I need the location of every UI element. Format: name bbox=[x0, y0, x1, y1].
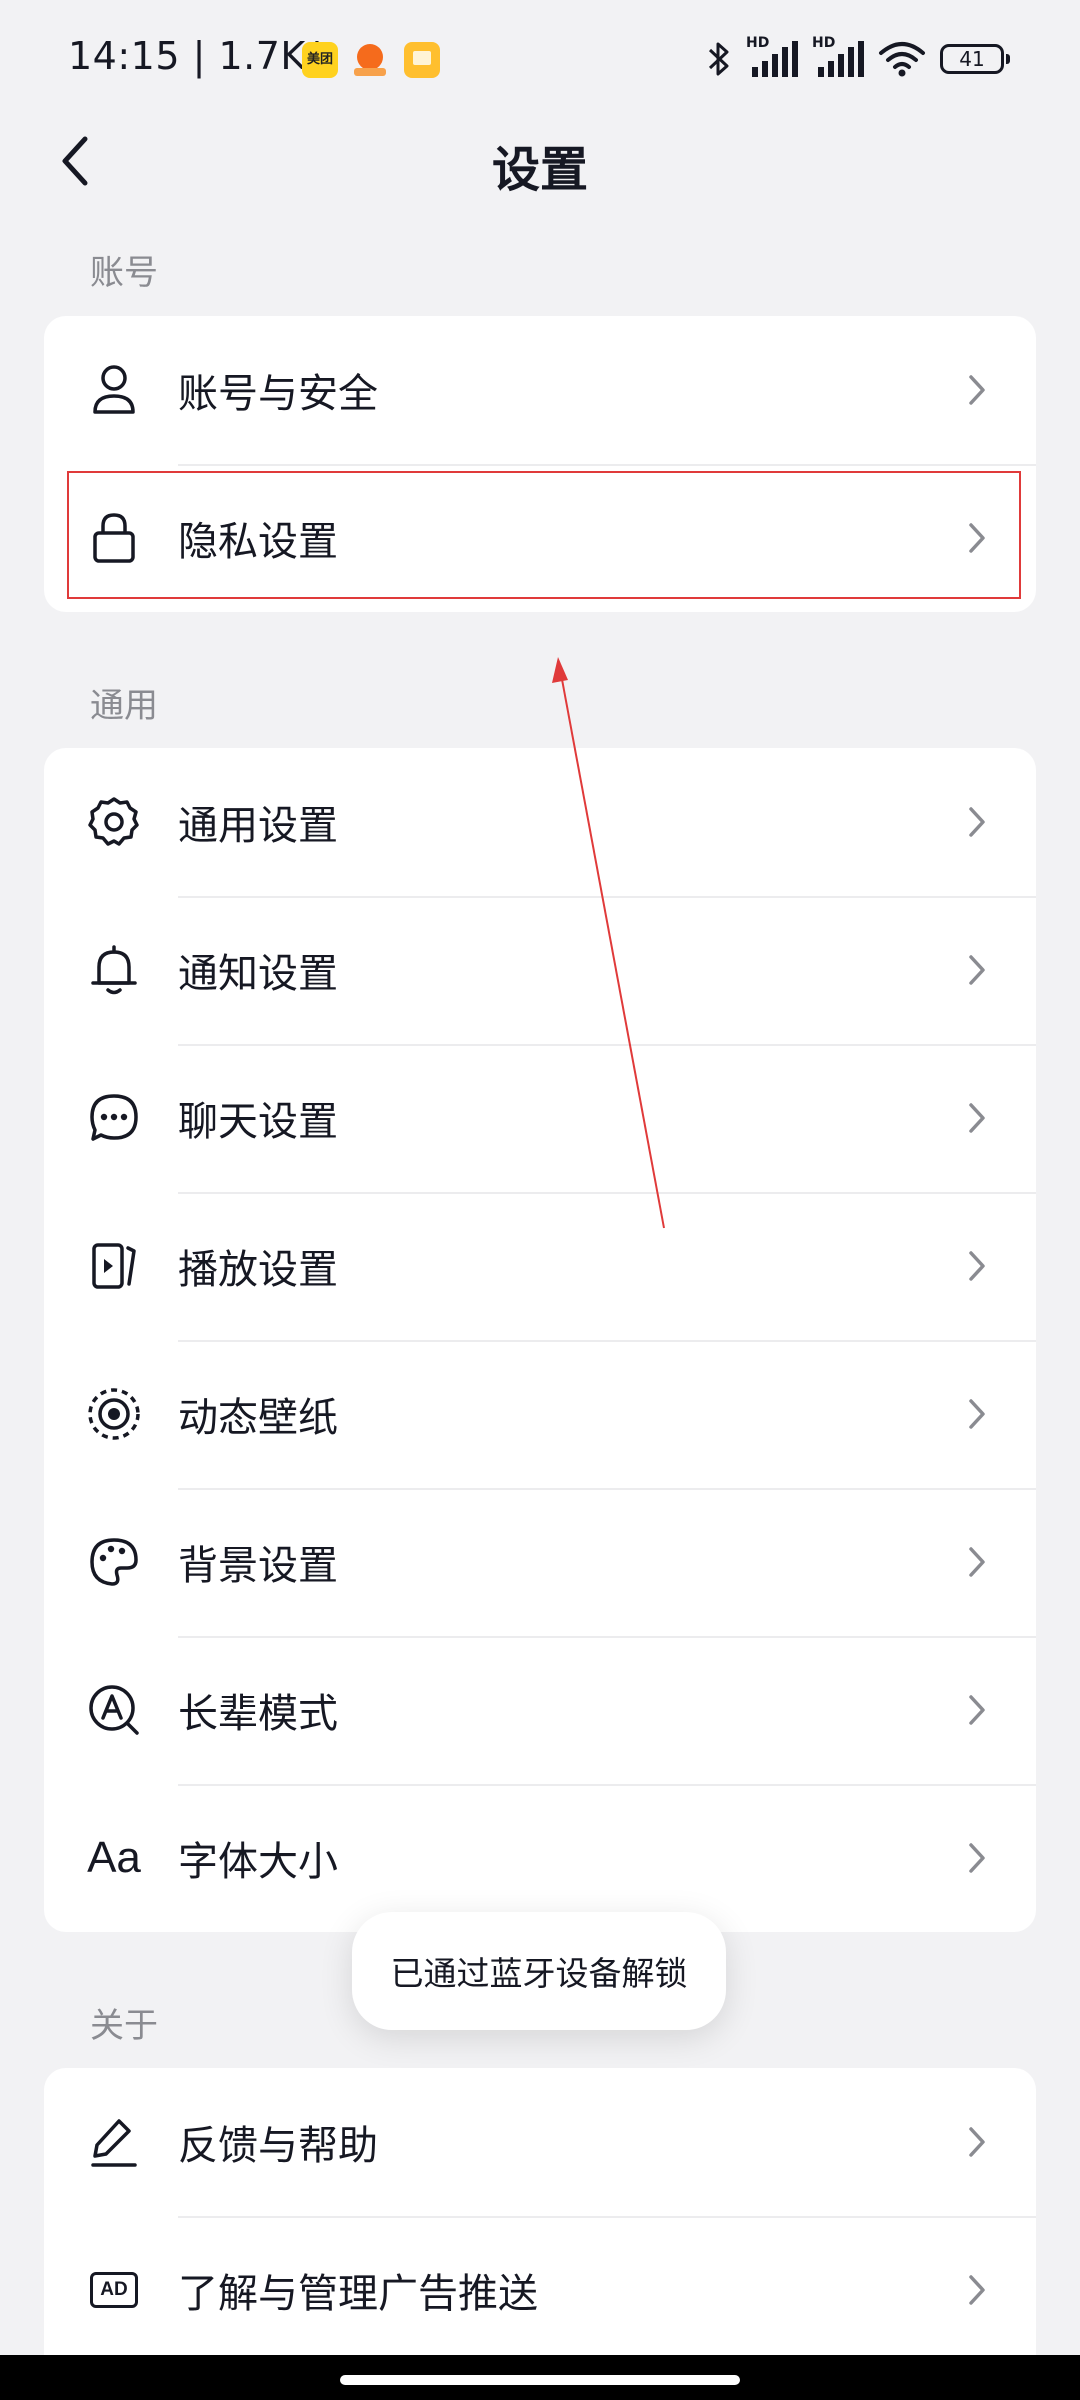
item-label: 字体大小 bbox=[178, 1839, 338, 1885]
chevron-right-icon bbox=[962, 950, 992, 990]
item-label: 动态壁纸 bbox=[178, 1395, 338, 1441]
meituan-label: 美团 bbox=[306, 52, 333, 67]
settings-item-privacy[interactable]: 隐私设置 bbox=[44, 464, 1036, 612]
status-bar: 14:15 | 1.7K/s 美团 HD HD 41 bbox=[0, 0, 1080, 118]
chevron-right-icon bbox=[962, 2270, 992, 2310]
ad-icon: AD bbox=[84, 2260, 144, 2320]
clock: 14:15 bbox=[68, 34, 181, 78]
general-card: 通用设置 通知设置 聊天设置 播放设置 动态壁纸 背景设置 长辈模式 Aa 字体… bbox=[44, 748, 1036, 1932]
signal-2: HD bbox=[812, 35, 864, 79]
chevron-right-icon bbox=[962, 1838, 992, 1878]
item-label: 了解与管理广告推送 bbox=[178, 2271, 538, 2317]
item-label: 播放设置 bbox=[178, 1247, 338, 1293]
item-label: 通知设置 bbox=[178, 951, 338, 997]
pen-icon bbox=[84, 2112, 144, 2172]
bell-icon bbox=[84, 940, 144, 1000]
signal-1: HD bbox=[746, 35, 798, 79]
account-card: 账号与安全 隐私设置 bbox=[44, 316, 1036, 612]
item-label: 账号与安全 bbox=[178, 371, 378, 417]
item-label: 通用设置 bbox=[178, 803, 338, 849]
settings-item-font-size[interactable]: Aa 字体大小 bbox=[44, 1784, 1036, 1932]
settings-item-account-security[interactable]: 账号与安全 bbox=[44, 316, 1036, 464]
item-label: 隐私设置 bbox=[178, 519, 338, 565]
toast: 已通过蓝牙设备解锁 bbox=[352, 1912, 726, 2030]
arrow-head bbox=[552, 657, 568, 683]
settings-item-general[interactable]: 通用设置 bbox=[44, 748, 1036, 896]
palette-icon bbox=[84, 1532, 144, 1592]
battery-level: 41 bbox=[959, 47, 985, 71]
chevron-right-icon bbox=[962, 1098, 992, 1138]
separator: | bbox=[192, 34, 219, 78]
item-label: 反馈与帮助 bbox=[178, 2123, 378, 2169]
ad-glyph: AD bbox=[100, 2279, 128, 2300]
signal-bars-icon bbox=[818, 41, 864, 77]
chevron-right-icon bbox=[962, 1542, 992, 1582]
settings-item-chat[interactable]: 聊天设置 bbox=[44, 1044, 1036, 1192]
note-app-icon bbox=[404, 42, 440, 78]
settings-item-playback[interactable]: 播放设置 bbox=[44, 1192, 1036, 1340]
chevron-right-icon bbox=[962, 802, 992, 842]
settings-item-background[interactable]: 背景设置 bbox=[44, 1488, 1036, 1636]
font-size-icon: Aa bbox=[84, 1828, 144, 1888]
item-label: 聊天设置 bbox=[178, 1099, 338, 1145]
nav-bar: 设置 bbox=[0, 118, 1080, 208]
page-title: 设置 bbox=[491, 142, 588, 198]
section-label-account: 账号 bbox=[90, 253, 158, 293]
about-card: 反馈与帮助 AD 了解与管理广告推送 bbox=[44, 2068, 1036, 2355]
bluetooth-icon bbox=[708, 42, 729, 76]
meituan-app-icon: 美团 bbox=[302, 42, 338, 78]
section-label-general: 通用 bbox=[90, 686, 158, 726]
section-label-about: 关于 bbox=[90, 2006, 158, 2046]
settings-item-notifications[interactable]: 通知设置 bbox=[44, 896, 1036, 1044]
lock-icon bbox=[84, 508, 144, 568]
orange-app-icon bbox=[352, 42, 388, 78]
status-time: 14:15 | 1.7K/s bbox=[68, 34, 339, 78]
gear-icon bbox=[84, 792, 144, 852]
chevron-right-icon bbox=[962, 1690, 992, 1730]
chevron-right-icon bbox=[962, 518, 992, 558]
chevron-right-icon bbox=[962, 1246, 992, 1286]
item-label: 背景设置 bbox=[178, 1543, 338, 1589]
settings-item-ad-management[interactable]: AD 了解与管理广告推送 bbox=[44, 2216, 1036, 2355]
play-icon bbox=[84, 1236, 144, 1296]
live-wallpaper-icon bbox=[84, 1384, 144, 1444]
home-indicator[interactable] bbox=[340, 2375, 740, 2385]
chevron-right-icon bbox=[962, 1394, 992, 1434]
settings-item-live-wallpaper[interactable]: 动态壁纸 bbox=[44, 1340, 1036, 1488]
signal-bars-icon bbox=[752, 41, 798, 77]
font-size-glyph: Aa bbox=[87, 1833, 141, 1882]
settings-item-elder-mode[interactable]: 长辈模式 bbox=[44, 1636, 1036, 1784]
chevron-right-icon bbox=[962, 2122, 992, 2162]
chat-bubble-icon bbox=[84, 1088, 144, 1148]
battery-indicator: 41 bbox=[940, 44, 1010, 74]
toast-text: 已通过蓝牙设备解锁 bbox=[390, 1954, 688, 1993]
status-indicators: HD HD 41 bbox=[706, 35, 1010, 82]
item-label: 长辈模式 bbox=[178, 1691, 338, 1737]
wifi-icon bbox=[879, 42, 925, 77]
settings-item-feedback[interactable]: 反馈与帮助 bbox=[44, 2068, 1036, 2216]
person-icon bbox=[84, 360, 144, 420]
chevron-right-icon bbox=[962, 370, 992, 410]
elder-mode-icon bbox=[84, 1680, 144, 1740]
ad-badge: AD bbox=[90, 2272, 138, 2308]
